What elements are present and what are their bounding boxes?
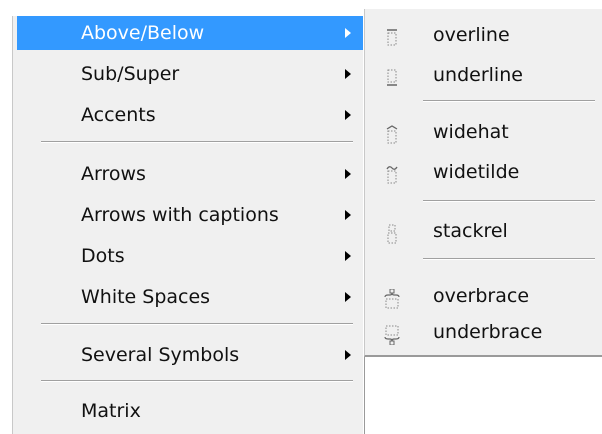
submenu-arrow-icon <box>345 292 351 302</box>
submenu-item-label: widehat <box>433 121 509 143</box>
submenu-separator <box>423 200 595 202</box>
menu-separator <box>41 380 353 382</box>
menu-item-matrix[interactable]: Matrix <box>17 394 363 428</box>
menu-item-arrows[interactable]: Arrows <box>17 157 363 191</box>
underline-icon <box>383 65 401 86</box>
submenu-arrow-icon <box>345 210 351 220</box>
submenu-arrow-icon <box>345 251 351 261</box>
menu-separator <box>41 141 353 143</box>
menu-item-label: Above/Below <box>81 22 205 44</box>
background-area <box>364 357 602 434</box>
menu-item-label: Sub/Super <box>81 63 180 85</box>
submenu-item-label: stackrel <box>433 220 508 242</box>
submenu-arrow-icon <box>345 110 351 120</box>
menu-item-several-symbols[interactable]: Several Symbols <box>17 338 363 372</box>
submenu-item-label: overline <box>433 24 510 46</box>
menu-item-label: White Spaces <box>81 286 211 308</box>
menu-item-above-below[interactable]: Above/Below <box>17 16 363 50</box>
submenu-item-label: underbrace <box>433 321 543 343</box>
submenu-arrow-icon <box>345 69 351 79</box>
menu-item-label: Arrows <box>81 163 146 185</box>
overline-icon <box>383 25 401 46</box>
menu-item-label: Matrix <box>81 400 141 422</box>
menu-item-white-spaces[interactable]: White Spaces <box>17 280 363 314</box>
menu-item-accents[interactable]: Accents <box>17 98 363 132</box>
widetilde-icon <box>383 162 401 184</box>
submenu-item-underbrace[interactable]: underbrace <box>365 315 602 349</box>
menu-item-sub-super[interactable]: Sub/Super <box>17 57 363 91</box>
submenu-item-label: widetilde <box>433 161 520 183</box>
menu-item-label: Arrows with captions <box>81 204 279 226</box>
menu-item-arrows-with-captions[interactable]: Arrows with captions <box>17 198 363 232</box>
menu-item-label: Accents <box>81 104 156 126</box>
menu-item-label: Several Symbols <box>81 344 240 366</box>
overbrace-icon <box>383 286 401 309</box>
menu-separator <box>41 323 353 325</box>
submenu-separator <box>423 258 595 260</box>
above-below-submenu: overline underline widehat widetilde sta… <box>364 9 602 357</box>
submenu-item-underline[interactable]: underline <box>365 58 602 92</box>
stackrel-icon <box>383 221 401 244</box>
submenu-item-label: overbrace <box>433 285 530 307</box>
submenu-item-widetilde[interactable]: widetilde <box>365 155 602 189</box>
submenu-arrow-icon <box>345 28 351 38</box>
submenu-item-label: underline <box>433 64 523 86</box>
submenu-item-overbrace[interactable]: overbrace <box>365 279 602 313</box>
submenu-separator <box>423 100 595 102</box>
menu-item-dots[interactable]: Dots <box>17 239 363 273</box>
widehat-icon <box>383 122 401 144</box>
submenu-item-stackrel[interactable]: stackrel <box>365 214 602 248</box>
submenu-item-widehat[interactable]: widehat <box>365 115 602 149</box>
underbrace-icon <box>383 322 401 346</box>
context-menu: Above/Below Sub/Super Accents Arrows Arr… <box>12 16 363 434</box>
menu-item-label: Dots <box>81 245 125 267</box>
submenu-item-overline[interactable]: overline <box>365 18 602 52</box>
submenu-arrow-icon <box>345 169 351 179</box>
submenu-arrow-icon <box>345 350 351 360</box>
